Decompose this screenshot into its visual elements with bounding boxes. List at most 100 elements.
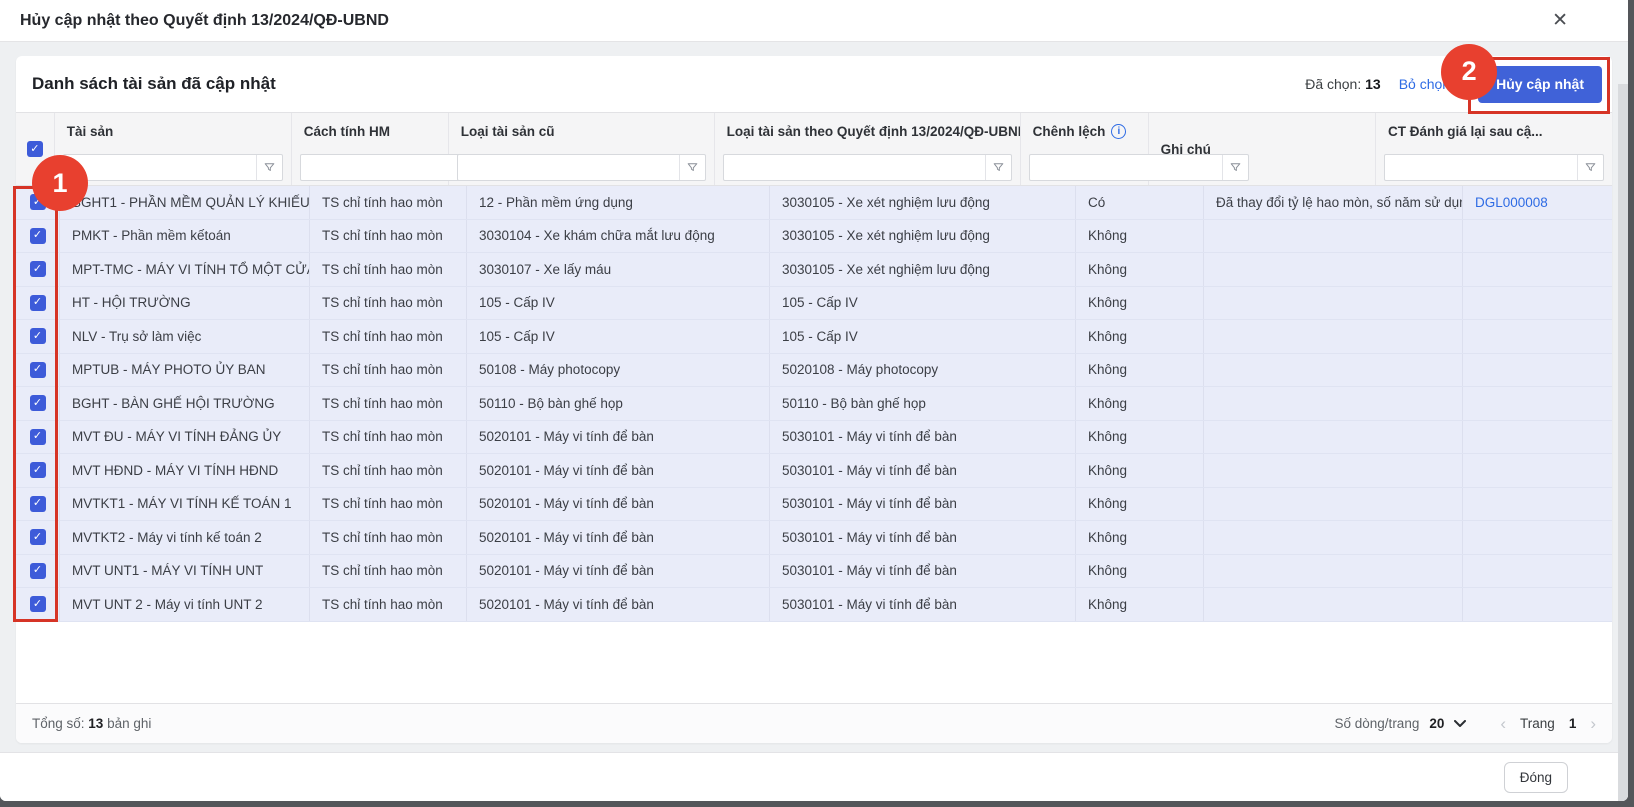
cell-difference: Không [1076, 421, 1204, 454]
row-checkbox-cell: ✓ [16, 287, 60, 320]
new-type-filter-input[interactable] [724, 155, 985, 180]
cell-asset: MVT HĐND - MÁY VI TÍNH HĐND [60, 454, 310, 487]
table-row[interactable]: ✓ MPTUB - MÁY PHOTO ỦY BAN TS chỉ tính h… [16, 354, 1612, 388]
row-checkbox[interactable]: ✓ [30, 496, 46, 512]
selected-label: Đã chọn: [1305, 76, 1361, 92]
cell-note [1204, 555, 1463, 588]
table-row[interactable]: ✓ MVTKT2 - Máy vi tính kế toán 2 TS chỉ … [16, 521, 1612, 555]
deselect-link[interactable]: Bỏ chọn [1399, 76, 1450, 92]
filter-icon[interactable] [985, 155, 1011, 180]
close-icon[interactable]: ✕ [1552, 11, 1568, 30]
cell-asset: PMKT - Phần mềm kếtoán [60, 220, 310, 253]
doc-filter-box [1384, 154, 1604, 181]
column-label-doc: CT Đánh giá lại sau cậ... [1376, 113, 1612, 149]
cell-method: TS chỉ tính hao mòn [310, 253, 467, 286]
selected-count: 13 [1365, 76, 1381, 92]
table-row[interactable]: ✓ MVT UNT 2 - Máy vi tính UNT 2 TS chỉ t… [16, 588, 1612, 622]
table-row[interactable]: ✓ BGHT - BÀN GHẾ HỘI TRƯỜNG TS chỉ tính … [16, 387, 1612, 421]
total-label: Tổng số: [32, 716, 85, 731]
filter-icon[interactable] [256, 155, 282, 180]
table-row[interactable]: ✓ MVT ĐU - MÁY VI TÍNH ĐẢNG ỦY TS chỉ tí… [16, 421, 1612, 455]
cell-old-type: 50110 - Bộ bàn ghế họp [467, 387, 770, 420]
cancel-update-button[interactable]: Hủy cập nhật [1478, 66, 1602, 103]
row-checkbox[interactable]: ✓ [30, 529, 46, 545]
cell-method: TS chỉ tính hao mòn [310, 354, 467, 387]
cell-doc [1463, 454, 1612, 487]
row-checkbox[interactable]: ✓ [30, 295, 46, 311]
close-button[interactable]: Đóng [1504, 762, 1568, 793]
row-checkbox[interactable]: ✓ [30, 362, 46, 378]
table-row[interactable]: ✓ PMKT - Phần mềm kếtoán TS chỉ tính hao… [16, 220, 1612, 254]
cell-old-type: 50108 - Máy photocopy [467, 354, 770, 387]
cell-asset: BGHT1 - PHẦN MỀM QUẢN LÝ KHIẾU NẠI... [60, 186, 310, 219]
section-title: Danh sách tài sản đã cập nhật [32, 74, 276, 94]
old-type-filter-input[interactable] [458, 155, 679, 180]
cell-old-type: 105 - Cấp IV [467, 320, 770, 353]
filter-icon[interactable] [679, 155, 705, 180]
row-checkbox-cell: ✓ [16, 421, 60, 454]
info-icon[interactable]: i [1111, 124, 1126, 139]
vertical-scrollbar[interactable] [1618, 84, 1628, 801]
cell-asset: MVT UNT1 - MÁY VI TÍNH UNT [60, 555, 310, 588]
row-checkbox-cell: ✓ [16, 488, 60, 521]
cell-note [1204, 320, 1463, 353]
table-row[interactable]: ✓ MVT HĐND - MÁY VI TÍNH HĐND TS chỉ tín… [16, 454, 1612, 488]
cell-new-type: 50110 - Bộ bàn ghế họp [770, 387, 1076, 420]
row-checkbox[interactable]: ✓ [30, 228, 46, 244]
row-checkbox-cell: ✓ [16, 588, 60, 621]
cell-doc [1463, 220, 1612, 253]
table-row[interactable]: ✓ MVT UNT1 - MÁY VI TÍNH UNT TS chỉ tính… [16, 555, 1612, 589]
cell-method: TS chỉ tính hao mòn [310, 320, 467, 353]
total-records: Tổng số: 13 bản ghi [32, 716, 151, 731]
cell-old-type: 5020101 - Máy vi tính để bàn [467, 555, 770, 588]
row-checkbox-cell: ✓ [16, 555, 60, 588]
row-checkbox[interactable]: ✓ [30, 261, 46, 277]
rows-per-page-select[interactable]: Số dòng/trang 20 [1335, 716, 1467, 731]
updated-assets-card: Danh sách tài sản đã cập nhật Đã chọn: 1… [16, 56, 1612, 743]
column-label-note: Ghi chú [1149, 113, 1375, 185]
page-backdrop: Hủy cập nhật theo Quyết định 13/2024/QĐ-… [0, 0, 1634, 807]
cell-note [1204, 588, 1463, 621]
page-next-icon[interactable]: › [1590, 715, 1596, 732]
row-checkbox[interactable]: ✓ [30, 194, 46, 210]
page-value[interactable]: 1 [1569, 716, 1577, 731]
doc-filter-input[interactable] [1385, 155, 1577, 180]
table-row[interactable]: ✓ MPT-TMC - MÁY VI TÍNH TỔ MỘT CỬA TS ch… [16, 253, 1612, 287]
table-row[interactable]: ✓ MVTKT1 - MÁY VI TÍNH KẾ TOÁN 1 TS chỉ … [16, 488, 1612, 522]
revaluation-doc-link[interactable]: DGL000008 [1475, 195, 1548, 210]
page-prev-icon[interactable]: ‹ [1500, 715, 1506, 732]
column-label-method: Cách tính HM [292, 113, 448, 149]
cell-new-type: 5030101 - Máy vi tính để bàn [770, 588, 1076, 621]
row-checkbox[interactable]: ✓ [30, 395, 46, 411]
cell-old-type: 5020101 - Máy vi tính để bàn [467, 454, 770, 487]
column-label-difference: Chênh lệch i [1021, 113, 1148, 149]
toolbar-right: Đã chọn: 13 Bỏ chọn Hủy cập nhật 2 [1305, 66, 1602, 103]
header-col-old-type: Loại tài sản cũ [449, 113, 715, 185]
select-all-checkbox[interactable]: ✓ [27, 141, 43, 157]
table-row[interactable]: ✓ NLV - Trụ sở làm việc TS chỉ tính hao … [16, 320, 1612, 354]
cell-asset: BGHT - BÀN GHẾ HỘI TRƯỜNG [60, 387, 310, 420]
row-checkbox[interactable]: ✓ [30, 563, 46, 579]
row-checkbox-cell: ✓ [16, 521, 60, 554]
cell-old-type: 105 - Cấp IV [467, 287, 770, 320]
row-checkbox[interactable]: ✓ [30, 328, 46, 344]
asset-filter-input[interactable] [64, 155, 256, 180]
cell-note [1204, 488, 1463, 521]
total-count: 13 [88, 716, 103, 731]
row-checkbox-cell: ✓ [16, 387, 60, 420]
cell-doc [1463, 588, 1612, 621]
row-checkbox-cell: ✓ [16, 454, 60, 487]
filter-cell-new-type [715, 149, 1020, 185]
cell-new-type: 5030101 - Máy vi tính để bàn [770, 488, 1076, 521]
header-col-new-type: Loại tài sản theo Quyết định 13/2024/QĐ-… [715, 113, 1021, 185]
table-row[interactable]: ✓ BGHT1 - PHẦN MỀM QUẢN LÝ KHIẾU NẠI... … [16, 186, 1612, 220]
cell-difference: Không [1076, 220, 1204, 253]
row-checkbox[interactable]: ✓ [30, 429, 46, 445]
table-row[interactable]: ✓ HT - HỘI TRƯỜNG TS chỉ tính hao mòn 10… [16, 287, 1612, 321]
cell-doc [1463, 521, 1612, 554]
row-checkbox[interactable]: ✓ [30, 462, 46, 478]
row-checkbox[interactable]: ✓ [30, 596, 46, 612]
cell-difference: Không [1076, 555, 1204, 588]
filter-icon[interactable] [1577, 155, 1603, 180]
filter-cell-old-type [449, 149, 714, 185]
